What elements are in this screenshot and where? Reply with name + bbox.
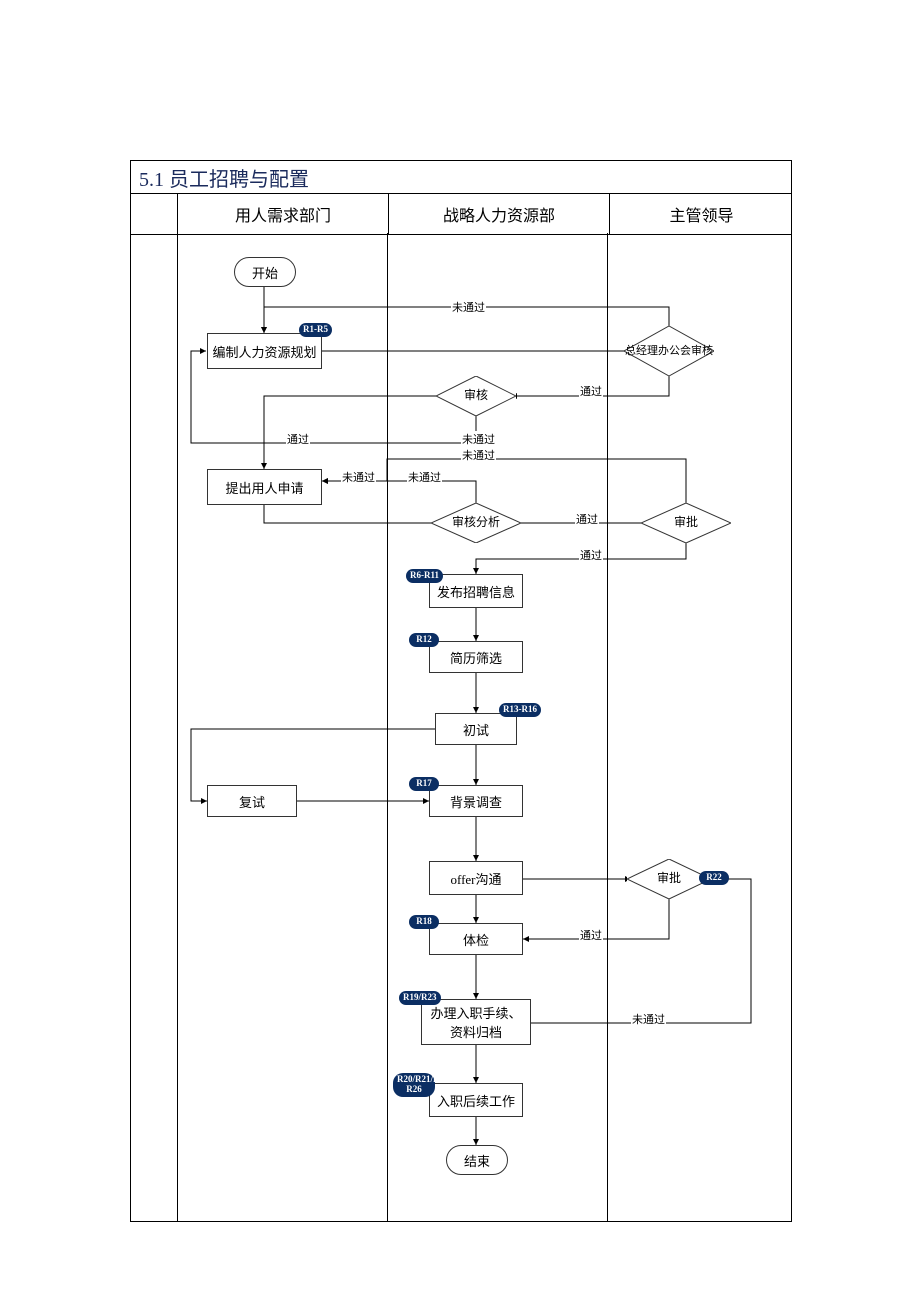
edge-label-fail: 未通过	[631, 1011, 666, 1027]
node-followup: 入职后续工作	[429, 1083, 523, 1117]
node-bg: 背景调查	[429, 785, 523, 817]
edge-label-pass: 通过	[579, 547, 603, 563]
edges	[131, 161, 791, 1221]
node-request: 提出用人申请	[207, 469, 322, 505]
edge-label-pass: 通过	[579, 383, 603, 399]
diagram-frame: 5.1 员工招聘与配置 用人需求部门 战略人力资源部 主管领导	[130, 160, 792, 1222]
edge-label-fail: 未通过	[451, 299, 486, 315]
badge-r6-r11: R6-R11	[406, 569, 443, 583]
edge-label-pass: 通过	[579, 927, 603, 943]
node-post: 发布招聘信息	[429, 574, 523, 608]
start-node: 开始	[234, 257, 296, 287]
badge-r20-r26: R20/R21/R24-R26	[393, 1073, 435, 1097]
node-health: 体检	[429, 923, 523, 955]
edge-label-fail: 未通过	[407, 469, 442, 485]
edge-label-pass: 通过	[575, 511, 599, 527]
edge-label-fail: 未通过	[461, 447, 496, 463]
node-initial: 初试	[435, 713, 517, 745]
node-hr-plan: 编制人力资源规划	[207, 333, 322, 369]
badge-r13-r16: R13-R16	[499, 703, 541, 717]
badge-r12: R12	[409, 633, 439, 647]
node-reexam: 复试	[207, 785, 297, 817]
badge-r1-r5: R1-R5	[299, 323, 332, 337]
badge-r22: R22	[699, 871, 729, 885]
edge-label-pass: 通过	[286, 431, 310, 447]
decision-approve-1: 审批	[641, 503, 731, 543]
node-onboard: 办理入职手续、资料归档	[421, 999, 531, 1045]
badge-r19-r23: R19/R23	[399, 991, 441, 1005]
decision-audit: 审核	[436, 376, 516, 416]
badge-r18: R18	[409, 915, 439, 929]
node-screen: 简历筛选	[429, 641, 523, 673]
end-node: 结束	[446, 1145, 508, 1175]
edge-label-fail: 未通过	[461, 431, 496, 447]
decision-analysis: 审核分析	[431, 503, 521, 543]
edge-label-fail: 未通过	[341, 469, 376, 485]
badge-r17: R17	[409, 777, 439, 791]
decision-gm-office: 总经理办公会审核	[624, 326, 714, 376]
node-offer: offer沟通	[429, 861, 523, 895]
